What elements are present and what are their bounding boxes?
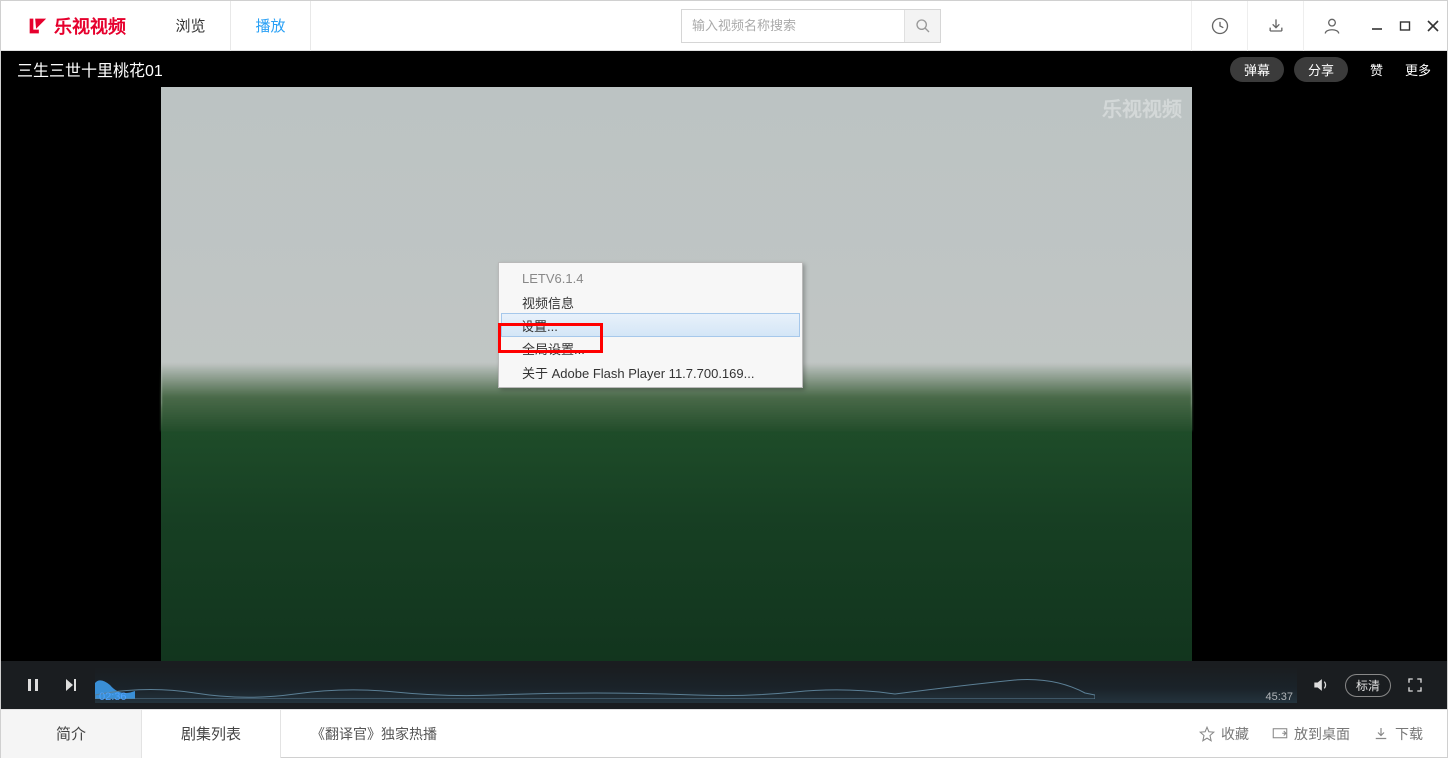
close-button[interactable] <box>1419 1 1447 51</box>
like-button[interactable]: 赞 <box>1370 60 1383 79</box>
pause-button[interactable] <box>19 671 47 699</box>
user-icon <box>1322 16 1342 36</box>
close-icon <box>1427 20 1439 32</box>
app-name: 乐视视频 <box>54 13 126 39</box>
video-header: 三生三世十里桃花01 弹幕 分享 赞 更多 <box>1 51 1447 87</box>
download-icon <box>1372 725 1390 743</box>
quality-button[interactable]: 标清 <box>1345 674 1391 697</box>
context-menu-about-flash[interactable]: 关于 Adobe Flash Player 11.7.700.169... <box>502 360 799 384</box>
danmu-button[interactable]: 弹幕 <box>1230 57 1284 82</box>
progress-bar[interactable]: 02:36 45:37 <box>95 667 1297 703</box>
search-icon <box>915 18 931 34</box>
progress-waveform <box>95 675 1095 699</box>
main-tabs: 浏览 播放 <box>151 1 311 51</box>
search-button[interactable] <box>904 10 940 42</box>
letv-logo-icon <box>26 15 48 37</box>
volume-icon <box>1311 675 1331 695</box>
to-desktop-button[interactable]: 放到桌面 <box>1271 724 1350 744</box>
volume-button[interactable] <box>1307 671 1335 699</box>
context-menu-version: LETV6.1.4 <box>502 266 799 290</box>
maximize-button[interactable] <box>1391 1 1419 51</box>
downloads-button[interactable] <box>1247 1 1303 51</box>
tab-episodes[interactable]: 剧集列表 <box>141 710 281 758</box>
window-controls <box>1363 1 1447 51</box>
share-button[interactable]: 分享 <box>1294 57 1348 82</box>
more-button[interactable]: 更多 <box>1405 60 1431 79</box>
pause-icon <box>25 677 41 693</box>
download-icon <box>1266 16 1286 36</box>
search-box <box>681 9 941 43</box>
favorite-button[interactable]: 收藏 <box>1198 724 1249 744</box>
promo-text[interactable]: 《翻译官》独家热播 <box>311 724 437 744</box>
app-logo[interactable]: 乐视视频 <box>1 13 151 39</box>
app-window: 乐视视频 浏览 播放 三生三世十里桃花01 弹幕 分享 <box>0 0 1448 758</box>
player-controls: 02:36 45:37 标清 <box>1 661 1447 709</box>
titlebar-actions <box>1191 1 1359 51</box>
bottom-bar: 简介 剧集列表 《翻译官》独家热播 收藏 放到桌面 下载 <box>1 709 1447 757</box>
context-menu-video-info[interactable]: 视频信息 <box>502 290 799 314</box>
fullscreen-button[interactable] <box>1401 671 1429 699</box>
fullscreen-icon <box>1406 676 1424 694</box>
desktop-icon <box>1271 725 1289 743</box>
history-button[interactable] <box>1191 1 1247 51</box>
titlebar: 乐视视频 浏览 播放 <box>1 1 1447 51</box>
next-button[interactable] <box>57 671 85 699</box>
duration: 45:37 <box>1265 691 1293 703</box>
tab-play[interactable]: 播放 <box>231 1 311 51</box>
context-menu-global-settings[interactable]: 全局设置... <box>502 336 799 360</box>
context-menu: LETV6.1.4 视频信息 设置... 全局设置... 关于 Adobe Fl… <box>498 262 803 388</box>
download-button[interactable]: 下载 <box>1372 724 1423 744</box>
minimize-button[interactable] <box>1363 1 1391 51</box>
clock-icon <box>1210 16 1230 36</box>
bottom-actions: 收藏 放到桌面 下载 <box>1198 724 1447 744</box>
tab-intro[interactable]: 简介 <box>1 710 141 758</box>
context-menu-settings[interactable]: 设置... <box>501 313 800 337</box>
star-icon <box>1198 725 1216 743</box>
user-button[interactable] <box>1303 1 1359 51</box>
video-title: 三生三世十里桃花01 <box>17 57 1220 81</box>
current-time: 02:36 <box>99 691 127 703</box>
video-watermark: 乐视视频 <box>1102 93 1182 122</box>
minimize-icon <box>1371 20 1383 32</box>
maximize-icon <box>1399 20 1411 32</box>
search-input[interactable] <box>682 10 904 42</box>
next-icon <box>63 677 79 693</box>
tab-browse[interactable]: 浏览 <box>151 1 231 51</box>
